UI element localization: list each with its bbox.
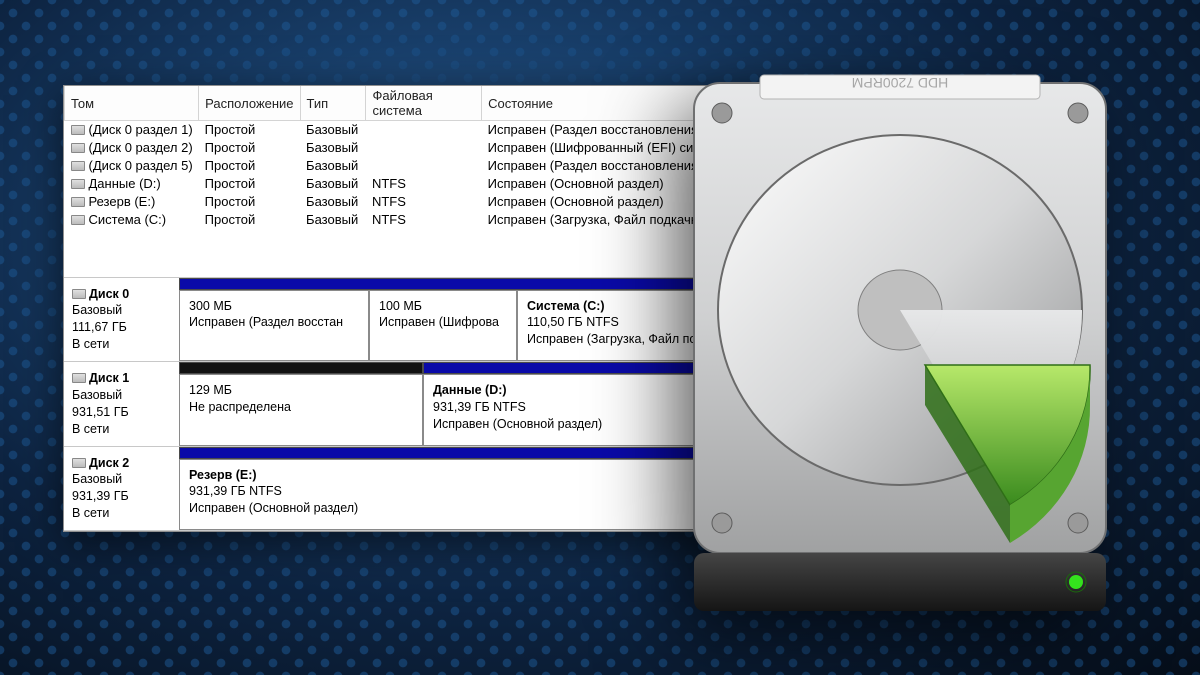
disk-icon bbox=[72, 289, 86, 299]
volume-cell bbox=[366, 121, 482, 139]
volume-cell bbox=[366, 139, 482, 157]
hard-drive-icon: HDD 7200RPM bbox=[670, 65, 1130, 625]
volume-cell: Базовый bbox=[300, 211, 366, 229]
disk-icon bbox=[72, 458, 86, 468]
column-header[interactable]: Расположение bbox=[199, 86, 300, 121]
volume-icon bbox=[71, 161, 85, 171]
volume-cell: Простой bbox=[199, 121, 300, 139]
bar-segment bbox=[179, 362, 423, 374]
column-header[interactable]: Файловая система bbox=[366, 86, 482, 121]
volume-cell: Базовый bbox=[300, 193, 366, 211]
volume-cell: (Диск 0 раздел 5) bbox=[65, 157, 199, 175]
volume-cell: Система (C:) bbox=[65, 211, 199, 229]
disk-label[interactable]: Диск 0Базовый111,67 ГБВ сети bbox=[64, 278, 179, 362]
volume-icon bbox=[71, 143, 85, 153]
volume-cell: Простой bbox=[199, 157, 300, 175]
partition-box[interactable]: 100 МБИсправен (Шифрова bbox=[369, 290, 517, 362]
disk-label[interactable]: Диск 2Базовый931,39 ГБВ сети bbox=[64, 447, 179, 531]
disk-label[interactable]: Диск 1Базовый931,51 ГБВ сети bbox=[64, 362, 179, 446]
volume-cell: Базовый bbox=[300, 157, 366, 175]
volume-cell: NTFS bbox=[366, 211, 482, 229]
volume-cell: Простой bbox=[199, 193, 300, 211]
column-header[interactable]: Тип bbox=[300, 86, 366, 121]
svg-text:HDD 7200RPM: HDD 7200RPM bbox=[852, 75, 948, 91]
volume-cell: Базовый bbox=[300, 121, 366, 139]
volume-cell: NTFS bbox=[366, 175, 482, 193]
column-header[interactable]: Том bbox=[65, 86, 199, 121]
volume-icon bbox=[71, 179, 85, 189]
partition-box[interactable]: 129 МБНе распределена bbox=[179, 374, 423, 446]
volume-cell: Базовый bbox=[300, 175, 366, 193]
volume-cell: (Диск 0 раздел 1) bbox=[65, 121, 199, 139]
volume-cell bbox=[366, 157, 482, 175]
volume-icon bbox=[71, 125, 85, 135]
disk-icon bbox=[72, 373, 86, 383]
volume-icon bbox=[71, 215, 85, 225]
volume-cell: Простой bbox=[199, 211, 300, 229]
volume-cell: Базовый bbox=[300, 139, 366, 157]
volume-cell: Простой bbox=[199, 175, 300, 193]
volume-icon bbox=[71, 197, 85, 207]
volume-cell: Данные (D:) bbox=[65, 175, 199, 193]
volume-cell: (Диск 0 раздел 2) bbox=[65, 139, 199, 157]
volume-cell: NTFS bbox=[366, 193, 482, 211]
partition-box[interactable]: 300 МБИсправен (Раздел восстан bbox=[179, 290, 369, 362]
volume-cell: Простой bbox=[199, 139, 300, 157]
volume-cell: Резерв (E:) bbox=[65, 193, 199, 211]
